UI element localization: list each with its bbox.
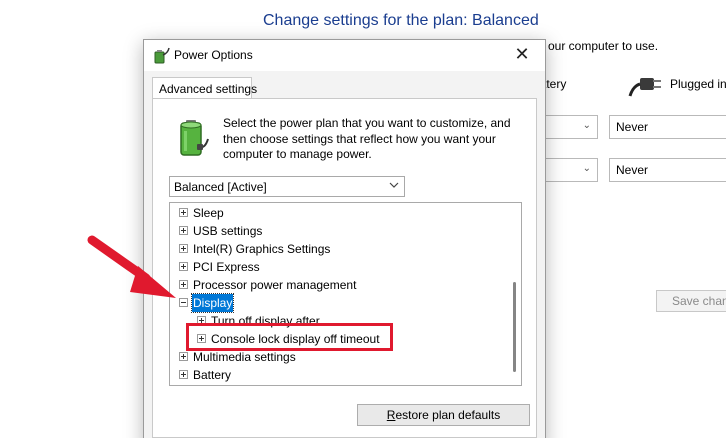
button-label: estore plan defaults [395,408,501,422]
select-value: Never [616,120,649,134]
expand-icon[interactable] [179,352,188,361]
tree-item-label: USB settings [193,224,263,238]
sleep-battery-select[interactable]: ⌄ [540,158,598,182]
tab-advanced-settings[interactable]: Advanced settings [152,77,257,99]
power-options-dialog: Power Options ✕ Advanced settings Select… [143,39,546,438]
turn-off-display-battery-select[interactable]: ⌄ [540,115,598,139]
expand-icon[interactable] [179,208,188,217]
page-title: Change settings for the plan: Balanced [263,12,539,29]
chevron-down-icon: ⌄ [582,120,591,131]
power-plug-icon [628,78,661,97]
power-options-icon [154,47,170,64]
plugged-in-column-header: Plugged in [670,77,726,91]
tree-item-label: PCI Express [193,260,260,274]
tree-item-label: Display [190,293,235,313]
turn-off-display-plugged-select[interactable]: Never [609,115,726,139]
on-battery-column-header: ttery [543,77,567,91]
select-value: Never [616,163,649,177]
chevron-down-icon [389,182,399,188]
chevron-down-icon: ⌄ [582,163,591,174]
tree-item-label: Intel(R) Graphics Settings [193,242,331,256]
dialog-title: Power Options [174,48,253,62]
battery-power-icon [180,120,209,156]
plan-description: Select the power plan that you want to c… [223,116,511,161]
scrollbar-thumb[interactable] [513,282,516,372]
close-button[interactable]: ✕ [499,40,545,71]
tree-scrollbar[interactable] [507,203,521,385]
collapse-icon[interactable] [179,298,188,307]
expand-icon[interactable] [179,244,188,253]
expand-icon[interactable] [179,226,188,235]
restore-plan-defaults-button[interactable]: Restore plan defaults [357,404,530,426]
power-plan-select[interactable]: Balanced [Active] [169,176,405,197]
expand-icon[interactable] [179,262,188,271]
plan-select-value: Balanced [Active] [174,180,267,194]
save-changes-button[interactable]: Save chan [656,290,726,312]
tree-item-label: Battery [193,368,232,382]
settings-tree[interactable]: Sleep USB settings Intel(R) Graphics Set… [169,202,522,386]
annotation-highlight-box [186,323,393,351]
page-subtitle: our computer to use. [548,39,659,53]
tree-item-label: Sleep [193,206,224,220]
expand-icon[interactable] [179,280,188,289]
sleep-plugged-select[interactable]: Never [609,158,726,182]
advanced-settings-panel: Select the power plan that you want to c… [152,98,537,438]
dialog-titlebar[interactable]: Power Options ✕ [144,40,545,71]
tree-item-label: Processor power management [193,278,357,292]
expand-icon[interactable] [179,370,188,379]
annotation-arrow-icon [87,235,176,298]
close-icon: ✕ [514,44,530,64]
